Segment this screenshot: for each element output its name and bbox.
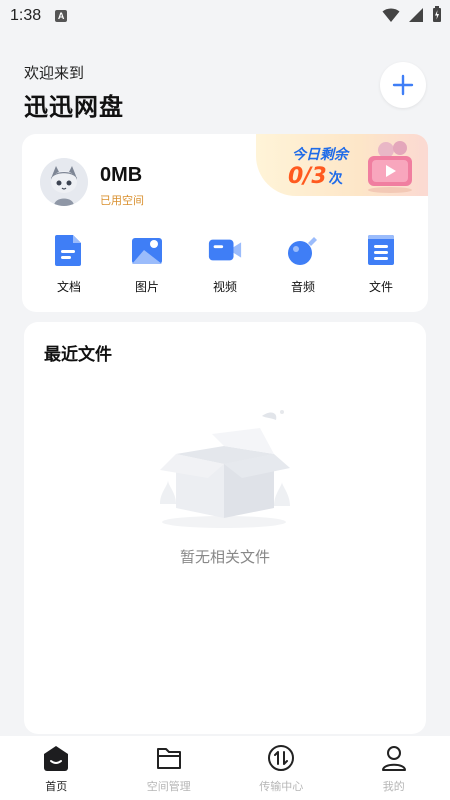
category-documents[interactable]: 文档 (39, 232, 99, 302)
status-time: 1:38 (10, 7, 42, 24)
profile-icon (381, 746, 406, 771)
document-icon (51, 232, 87, 268)
welcome-text: 欢迎来到 (24, 64, 85, 82)
file-icon (363, 232, 399, 268)
avatar-cat-icon (40, 158, 88, 206)
image-icon (129, 232, 165, 268)
category-files[interactable]: 文件 (351, 232, 411, 302)
storage-used-value: 0MB (100, 164, 143, 186)
category-label: 图片 (134, 280, 159, 294)
category-audio[interactable]: 音频 (273, 232, 333, 302)
quota-count: 0/3 次 (288, 164, 343, 189)
recent-files-title: 最近文件 (44, 345, 112, 365)
tab-home[interactable]: 首页 (0, 736, 113, 800)
recent-files-card: 最近文件 暂无相关文件 (24, 322, 426, 734)
transfer-icon (268, 745, 295, 771)
header: 欢迎来到 迅迅网盘 (24, 62, 124, 122)
storage-card: 今日剩余 0/3 次 0MB 已用空间 文档 图片 视频 音频 文件 (22, 134, 428, 312)
tab-label: 首页 (45, 780, 68, 793)
signal-icon (409, 7, 423, 22)
video-reel-icon (368, 141, 412, 193)
tab-label: 空间管理 (146, 780, 191, 793)
tab-label: 传输中心 (259, 780, 304, 793)
video-icon (207, 232, 243, 268)
app-title: 迅迅网盘 (24, 93, 124, 121)
tab-label: 我的 (382, 780, 405, 793)
quota-unit: 次 (328, 171, 343, 187)
status-icons (382, 6, 442, 23)
status-bar: 1:38 A (0, 0, 450, 32)
category-label: 音频 (290, 280, 315, 294)
audio-icon (285, 232, 321, 268)
tab-profile[interactable]: 我的 (338, 736, 450, 800)
home-icon (44, 746, 69, 771)
category-images[interactable]: 图片 (117, 232, 177, 302)
empty-state-text: 暂无相关文件 (179, 548, 270, 566)
battery-icon (433, 6, 441, 22)
bottom-tabbar: 首页 空间管理 传输中心 我的 (0, 736, 450, 800)
plus-icon (392, 74, 414, 96)
wifi-icon (382, 8, 400, 22)
empty-box-icon (160, 410, 290, 528)
avatar[interactable] (40, 158, 88, 206)
category-label: 视频 (212, 280, 237, 294)
storage-used-label: 已用空间 (100, 194, 144, 207)
category-row: 文档 图片 视频 音频 文件 (22, 232, 428, 302)
category-videos[interactable]: 视频 (195, 232, 255, 302)
daily-quota-banner[interactable]: 今日剩余 0/3 次 (256, 134, 428, 196)
category-label: 文档 (56, 280, 81, 294)
quota-label: 今日剩余 (292, 147, 348, 163)
folder-icon (156, 748, 181, 769)
tab-space-management[interactable]: 空间管理 (113, 736, 226, 800)
quota-value: 0/3 (288, 164, 327, 189)
category-label: 文件 (368, 280, 393, 294)
add-button[interactable] (380, 62, 426, 108)
tab-transfer-center[interactable]: 传输中心 (225, 736, 338, 800)
notification-icon: A (55, 10, 68, 22)
